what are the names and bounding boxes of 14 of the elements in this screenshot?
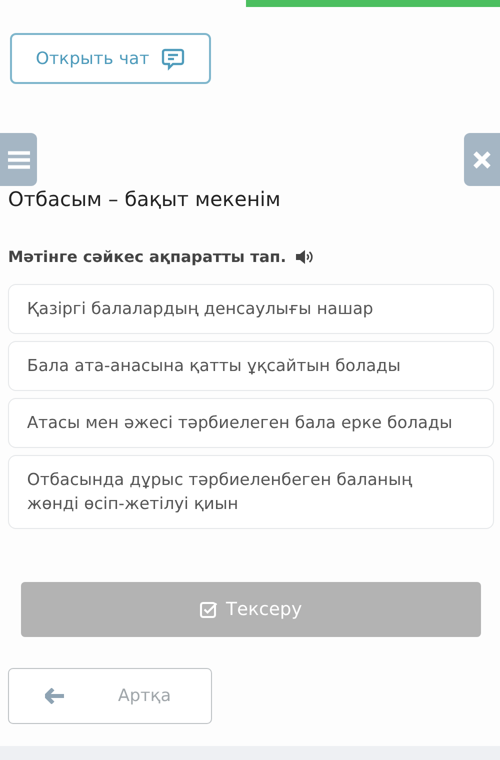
menu-icon [8, 150, 30, 168]
answer-option[interactable]: Бала ата-анасына қатты ұқсайтын болады [8, 341, 494, 391]
menu-button[interactable] [0, 133, 37, 186]
close-icon [473, 150, 491, 168]
answer-option[interactable]: Атасы мен әжесі тәрбиелеген бала ерке болады [8, 398, 494, 448]
speaker-icon[interactable] [296, 250, 314, 264]
chat-icon [161, 46, 186, 70]
arrow-left-icon [45, 688, 65, 704]
lesson-title: Отбасым – бақыт мекенім [8, 186, 282, 212]
answer-option[interactable]: Отбасында дұрыс тәрбиеленбеген баланың жөнді өсіп-жетілуі қиын [8, 455, 494, 529]
answer-option[interactable]: Қазіргі балалардың денсаулығы нашар [8, 284, 494, 334]
question-text: Мәтінге сәйкес ақпаратты тап. [8, 248, 286, 266]
checkbox-icon [200, 600, 218, 618]
close-button[interactable] [464, 133, 500, 186]
